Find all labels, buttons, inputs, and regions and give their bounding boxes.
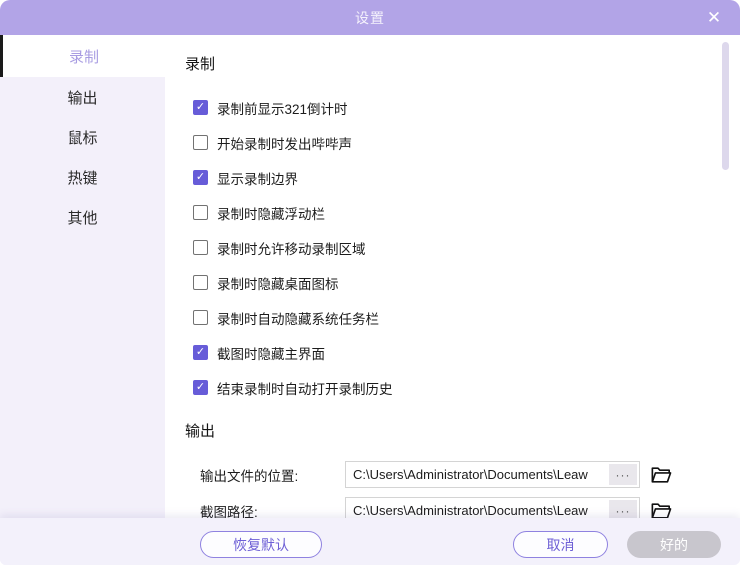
checkbox-label: 开始录制时发出哔哔声 bbox=[217, 133, 352, 153]
sidebar-item-output[interactable]: 输出 bbox=[0, 77, 165, 117]
checkbox-row-beep[interactable]: ✓ 开始录制时发出哔哔声 bbox=[193, 125, 740, 160]
dialog-title: 设置 bbox=[355, 8, 385, 28]
checkbox[interactable]: ✓ bbox=[193, 205, 208, 220]
output-location-label: 输出文件的位置: bbox=[200, 465, 345, 485]
check-icon: ✓ bbox=[196, 102, 205, 113]
checkbox[interactable]: ✓ bbox=[193, 310, 208, 325]
checkbox[interactable]: ✓ bbox=[193, 380, 208, 395]
checkbox-row-move-region[interactable]: ✓ 录制时允许移动录制区域 bbox=[193, 230, 740, 265]
sidebar-item-label: 热键 bbox=[67, 167, 97, 188]
ok-button[interactable]: 好的 bbox=[627, 531, 721, 558]
output-location-box: ··· bbox=[345, 461, 640, 488]
checkbox[interactable]: ✓ bbox=[193, 275, 208, 290]
output-location-row: 输出文件的位置: ··· bbox=[200, 461, 740, 488]
screenshot-path-box: ··· bbox=[345, 497, 640, 518]
checkbox[interactable]: ✓ bbox=[193, 100, 208, 115]
output-section-title: 输出 bbox=[185, 420, 740, 441]
checkbox-label: 录制时允许移动录制区域 bbox=[217, 238, 366, 258]
checkbox-row-boundary[interactable]: ✓ 显示录制边界 bbox=[193, 160, 740, 195]
footer-bar: 恢复默认 取消 好的 bbox=[0, 518, 740, 565]
settings-dialog: 设置 ✕ 录制 输出 鼠标 热键 其他 录制 ✓ 录制前显示321倒计时 ✓ bbox=[0, 0, 740, 565]
sidebar: 录制 输出 鼠标 热键 其他 bbox=[0, 35, 165, 565]
scrollbar-thumb[interactable] bbox=[722, 42, 729, 170]
sidebar-item-label: 输出 bbox=[67, 87, 97, 108]
screenshot-path-label: 截图路径: bbox=[200, 501, 345, 519]
checkbox-row-hide-taskbar[interactable]: ✓ 录制时自动隐藏系统任务栏 bbox=[193, 300, 740, 335]
checkbox[interactable]: ✓ bbox=[193, 170, 208, 185]
checkbox-row-hide-desktop-icons[interactable]: ✓ 录制时隐藏桌面图标 bbox=[193, 265, 740, 300]
open-folder-icon[interactable] bbox=[649, 499, 673, 519]
checkbox-label: 结束录制时自动打开录制历史 bbox=[217, 378, 393, 398]
close-icon[interactable]: ✕ bbox=[696, 0, 732, 35]
checkbox-label: 截图时隐藏主界面 bbox=[217, 343, 325, 363]
checkbox[interactable]: ✓ bbox=[193, 135, 208, 150]
checkbox-label: 录制时隐藏浮动栏 bbox=[217, 203, 325, 223]
checkbox[interactable]: ✓ bbox=[193, 345, 208, 360]
checkbox-label: 录制时隐藏桌面图标 bbox=[217, 273, 339, 293]
restore-defaults-button[interactable]: 恢复默认 bbox=[200, 531, 322, 558]
sidebar-item-hotkeys[interactable]: 热键 bbox=[0, 157, 165, 197]
check-icon: ✓ bbox=[196, 172, 205, 183]
checkbox-row-hide-main-ui[interactable]: ✓ 截图时隐藏主界面 bbox=[193, 335, 740, 370]
record-section-title: 录制 bbox=[185, 53, 740, 74]
browse-ellipsis-button[interactable]: ··· bbox=[609, 464, 637, 485]
check-icon: ✓ bbox=[196, 347, 205, 358]
settings-content: 录制 ✓ 录制前显示321倒计时 ✓ 开始录制时发出哔哔声 ✓ 显示录制边界 ✓… bbox=[165, 35, 740, 518]
checkbox-row-hide-floatbar[interactable]: ✓ 录制时隐藏浮动栏 bbox=[193, 195, 740, 230]
output-section: 输出 输出文件的位置: ··· 截图路径: ··· bbox=[185, 420, 740, 518]
sidebar-item-record[interactable]: 录制 bbox=[0, 35, 165, 77]
sidebar-item-label: 录制 bbox=[69, 46, 99, 67]
browse-ellipsis-button[interactable]: ··· bbox=[609, 500, 637, 518]
sidebar-item-mouse[interactable]: 鼠标 bbox=[0, 117, 165, 157]
record-checkbox-list: ✓ 录制前显示321倒计时 ✓ 开始录制时发出哔哔声 ✓ 显示录制边界 ✓ 录制… bbox=[193, 90, 740, 405]
checkbox-label: 录制时自动隐藏系统任务栏 bbox=[217, 308, 379, 328]
check-icon: ✓ bbox=[196, 382, 205, 393]
output-location-input[interactable] bbox=[346, 462, 609, 487]
sidebar-item-label: 其他 bbox=[67, 207, 97, 228]
cancel-button[interactable]: 取消 bbox=[513, 531, 608, 558]
checkbox-label: 显示录制边界 bbox=[217, 168, 298, 188]
screenshot-path-row: 截图路径: ··· bbox=[200, 497, 740, 518]
sidebar-item-other[interactable]: 其他 bbox=[0, 197, 165, 237]
checkbox[interactable]: ✓ bbox=[193, 240, 208, 255]
checkbox-label: 录制前显示321倒计时 bbox=[217, 98, 348, 118]
screenshot-path-input[interactable] bbox=[346, 498, 609, 518]
checkbox-row-open-history[interactable]: ✓ 结束录制时自动打开录制历史 bbox=[193, 370, 740, 405]
checkbox-row-countdown[interactable]: ✓ 录制前显示321倒计时 bbox=[193, 90, 740, 125]
sidebar-item-label: 鼠标 bbox=[67, 127, 97, 148]
open-folder-icon[interactable] bbox=[649, 463, 673, 487]
titlebar: 设置 ✕ bbox=[0, 0, 740, 35]
